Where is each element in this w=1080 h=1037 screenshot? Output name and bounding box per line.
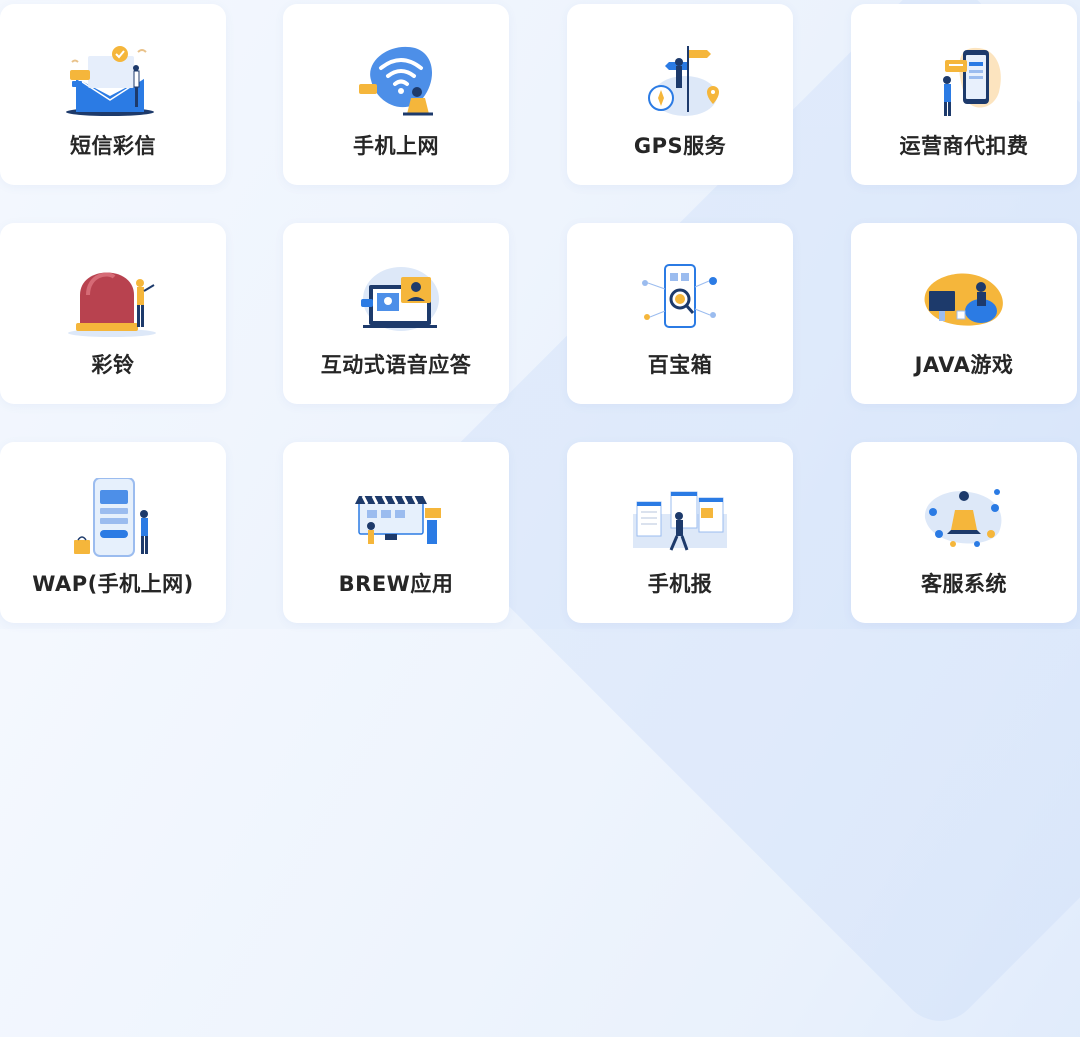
- service-card-wap[interactable]: WAP(手机上网): [0, 442, 226, 623]
- ivr-icon: [361, 267, 439, 331]
- sms-mms-icon: [66, 46, 154, 116]
- mobile-newspaper-icon: [633, 491, 727, 551]
- gps-service-icon: [648, 46, 719, 116]
- service-label: 互动式语音应答: [320, 353, 472, 377]
- service-card-ringback-tone[interactable]: 彩铃: [0, 223, 226, 404]
- carrier-billing-icon: [943, 47, 1001, 116]
- service-card-ivr[interactable]: 互动式语音应答: [283, 223, 509, 404]
- service-label: 手机上网: [353, 134, 439, 158]
- service-card-sms-mms[interactable]: 短信彩信: [0, 4, 226, 185]
- service-card-gps[interactable]: GPS服务: [567, 4, 793, 185]
- customer-service-icon: [924, 489, 1002, 547]
- service-label: 手机报: [647, 572, 713, 596]
- brew-app-icon: [355, 495, 441, 544]
- service-label: JAVA游戏: [914, 353, 1014, 377]
- java-game-icon: [924, 273, 1003, 326]
- service-card-mobile-newspaper[interactable]: 手机报: [567, 442, 793, 623]
- service-label: 短信彩信: [70, 134, 156, 158]
- service-label: 客服系统: [921, 572, 1007, 596]
- service-label: 彩铃: [91, 353, 135, 377]
- service-label: BREW应用: [338, 572, 454, 596]
- service-card-java-game[interactable]: JAVA游戏: [851, 223, 1077, 404]
- ringback-tone-icon: [68, 272, 156, 337]
- service-card-mobile-internet[interactable]: 手机上网: [283, 4, 509, 185]
- service-card-customer-service[interactable]: 客服系统: [851, 442, 1077, 623]
- service-card-treasure-box[interactable]: 百宝箱: [567, 223, 793, 404]
- service-grid: 短信彩信 手机上网 GPS服务 运营商代扣费 彩铃 互动式语音应答 百宝箱 JA…: [0, 0, 1080, 629]
- service-label: WAP(手机上网): [32, 572, 194, 596]
- treasure-box-icon: [642, 264, 717, 328]
- mobile-internet-icon: [359, 46, 433, 116]
- service-label: 百宝箱: [647, 353, 713, 377]
- service-label: GPS服务: [633, 134, 727, 158]
- service-label: 运营商代扣费: [899, 134, 1029, 158]
- wap-icon: [74, 478, 148, 557]
- service-card-brew-app[interactable]: BREW应用: [283, 442, 509, 623]
- service-card-carrier-billing[interactable]: 运营商代扣费: [851, 4, 1077, 185]
